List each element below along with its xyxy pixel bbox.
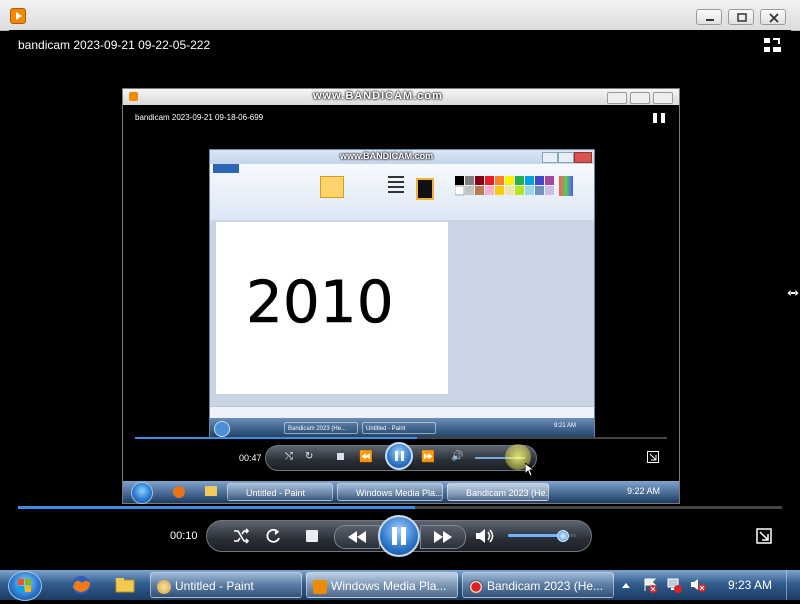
recorded-time: 00:47 bbox=[239, 453, 262, 463]
video-title: bandicam 2023-09-21 09-22-05-222 bbox=[18, 38, 211, 52]
window-titlebar[interactable] bbox=[0, 0, 800, 31]
switch-to-library-icon[interactable] bbox=[764, 38, 782, 54]
handwritten-drawing: 2010 bbox=[246, 268, 394, 337]
pause-icon bbox=[385, 442, 413, 470]
maximize-button[interactable] bbox=[728, 9, 754, 25]
resize-cursor-icon bbox=[786, 288, 800, 298]
minimize-button[interactable] bbox=[696, 9, 722, 25]
volume-icon[interactable] bbox=[474, 527, 496, 545]
fullscreen-icon bbox=[647, 451, 659, 463]
recorded-titlebar: www.BANDICAM.com bbox=[123, 89, 679, 105]
previous-icon bbox=[348, 531, 366, 543]
recorded-taskbar-item: Untitled - Paint bbox=[227, 483, 333, 501]
maximize-icon bbox=[630, 92, 650, 104]
taskbar-item-wmp[interactable]: Windows Media Pla... bbox=[306, 572, 458, 598]
taskbar-item-label: Bandicam 2023 (He... bbox=[487, 579, 604, 593]
fullscreen-icon[interactable] bbox=[756, 528, 772, 544]
previous-icon: ⏪ bbox=[359, 450, 373, 463]
seek-bar[interactable] bbox=[18, 506, 782, 509]
action-center-icon[interactable] bbox=[642, 577, 658, 593]
close-icon bbox=[653, 92, 673, 104]
next-button[interactable] bbox=[420, 525, 466, 549]
wmp-icon bbox=[313, 579, 327, 594]
seek-progress bbox=[18, 506, 416, 509]
recorded-seek-bar bbox=[135, 437, 667, 439]
paint-taskbar-item: Bandicam 2023 (He... bbox=[284, 422, 358, 434]
next-icon bbox=[434, 531, 452, 543]
recorded-taskbar-item: Windows Media Pla... bbox=[337, 483, 443, 501]
elapsed-time: 00:10 bbox=[170, 530, 198, 542]
switch-to-library-icon bbox=[653, 113, 665, 123]
brush-icon bbox=[320, 176, 344, 198]
paint-taskbar: Bandicam 2023 (He... Untitled - Paint 9:… bbox=[210, 418, 594, 438]
folder-icon bbox=[115, 578, 135, 593]
repeat-icon: ↻ bbox=[305, 451, 314, 462]
firefox-button[interactable] bbox=[70, 574, 92, 596]
recorded-seek-progress bbox=[135, 437, 417, 439]
paint-icon bbox=[157, 579, 171, 594]
size-icon bbox=[388, 176, 404, 196]
pause-icon bbox=[392, 527, 406, 545]
maximize-icon bbox=[737, 13, 747, 22]
recorded-taskbar: Untitled - Paint Windows Media Pla... Ba… bbox=[123, 481, 679, 504]
pause-button[interactable] bbox=[378, 515, 420, 557]
mouse-cursor-icon bbox=[525, 463, 535, 477]
stop-icon bbox=[337, 453, 344, 460]
shuffle-icon[interactable] bbox=[232, 527, 250, 545]
minimize-icon bbox=[706, 19, 714, 21]
taskbar: Untitled - Paint Windows Media Pla... Ba… bbox=[0, 570, 800, 601]
start-orb-icon bbox=[214, 421, 230, 437]
bandicam-record-icon bbox=[469, 579, 483, 594]
clock[interactable]: 9:23 AM bbox=[728, 578, 772, 592]
firefox-icon bbox=[173, 486, 185, 498]
shuffle-icon: ⤭ bbox=[285, 451, 293, 462]
recorded-tray-time: 9:22 AM bbox=[627, 486, 661, 496]
firefox-icon bbox=[72, 576, 90, 594]
taskbar-item-label: Untitled - Paint bbox=[175, 579, 254, 593]
stop-button[interactable] bbox=[306, 530, 318, 542]
minimize-icon bbox=[542, 152, 558, 163]
wmp-icon bbox=[10, 8, 26, 24]
bandicam-watermark: www.BANDICAM.com bbox=[340, 151, 434, 161]
network-icon[interactable] bbox=[666, 577, 682, 593]
color1-swatch bbox=[416, 178, 434, 200]
paint-titlebar: www.BANDICAM.com bbox=[210, 150, 594, 164]
show-desktop-button[interactable] bbox=[786, 570, 800, 600]
show-hidden-icons-icon[interactable] bbox=[620, 579, 632, 591]
paint-window: www.BANDICAM.com 2010 Bandicam 2023 (He.… bbox=[209, 149, 595, 439]
folder-icon bbox=[205, 486, 217, 496]
close-icon bbox=[574, 152, 592, 163]
maximize-icon bbox=[558, 152, 574, 163]
taskbar-item-paint[interactable]: Untitled - Paint bbox=[150, 572, 302, 598]
wmp-icon bbox=[129, 92, 138, 101]
close-icon bbox=[769, 13, 779, 23]
paint-menu-button bbox=[213, 164, 239, 173]
volume-muted-icon[interactable] bbox=[690, 577, 706, 593]
taskbar-item-bandicam[interactable]: Bandicam 2023 (He... bbox=[462, 572, 614, 598]
paint-canvas: 2010 bbox=[216, 222, 448, 394]
recorded-player: www.BANDICAM.com bandicam 2023-09-21 09-… bbox=[122, 88, 680, 504]
minimize-icon bbox=[607, 92, 627, 104]
repeat-icon[interactable] bbox=[264, 527, 282, 545]
paint-canvas-area: 2010 bbox=[210, 220, 594, 406]
close-button[interactable] bbox=[760, 9, 786, 25]
taskbar-item-label: Windows Media Pla... bbox=[331, 579, 447, 593]
start-orb-icon bbox=[131, 482, 153, 504]
paint-taskbar-item: Untitled - Paint bbox=[362, 422, 436, 434]
previous-button[interactable] bbox=[334, 525, 380, 549]
volume-level bbox=[508, 534, 563, 537]
windows-logo-icon bbox=[18, 579, 31, 592]
paint-tray-time: 9:21 AM bbox=[554, 423, 577, 429]
start-button[interactable] bbox=[8, 571, 42, 601]
volume-icon: 🔊 bbox=[451, 451, 464, 462]
next-icon: ⏩ bbox=[421, 450, 435, 463]
color-palette bbox=[455, 176, 573, 196]
bandicam-watermark: www.BANDICAM.com bbox=[313, 90, 443, 102]
explorer-button[interactable] bbox=[114, 574, 136, 596]
recorded-video-title: bandicam 2023-09-21 09-18-06-699 bbox=[135, 113, 264, 122]
recorded-taskbar-item: Bandicam 2023 (He... bbox=[447, 483, 549, 501]
paint-ribbon bbox=[210, 164, 594, 221]
drawing-text: 2010 bbox=[246, 268, 394, 336]
